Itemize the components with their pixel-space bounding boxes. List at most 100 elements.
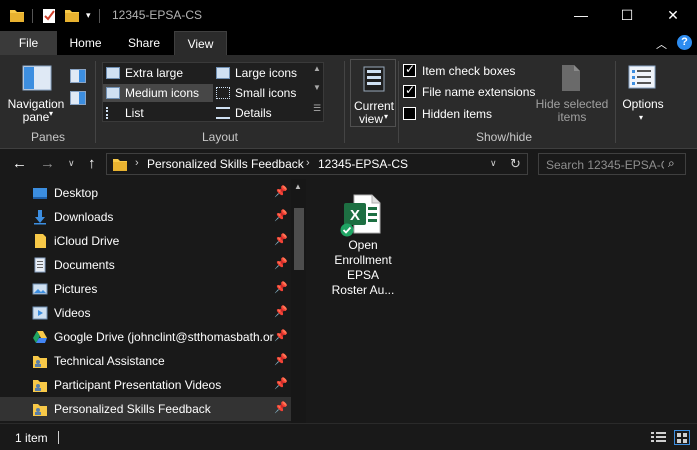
pin-icon[interactable]: 📌 [274, 185, 288, 198]
back-arrow-icon[interactable]: ← [12, 155, 27, 172]
pin-icon[interactable]: 📌 [274, 353, 288, 366]
customize-dropdown-icon[interactable]: ▾ [86, 10, 91, 21]
preview-pane-icon[interactable] [70, 69, 86, 83]
file-name-extensions-checkbox[interactable] [403, 83, 416, 98]
scroll-up-icon[interactable]: ▲ [294, 182, 302, 191]
minimize-button[interactable]: — [558, 0, 604, 31]
file-name-extensions-label[interactable]: File name extensions [422, 85, 535, 99]
details-view-icon[interactable] [651, 431, 667, 444]
videos-icon [32, 306, 48, 320]
sidebar-item-documents[interactable]: Documents 📌 [0, 253, 291, 277]
sidebar-item-google-drive[interactable]: Google Drive (johnclint@stthomasbath.or … [0, 325, 291, 349]
forward-arrow-icon[interactable]: → [40, 155, 55, 172]
user-folder-icon [33, 404, 47, 416]
sidebar-item-desktop[interactable]: Desktop 📌 [0, 181, 291, 205]
address-dropdown-icon[interactable]: ∨ [490, 158, 497, 169]
layout-scroll-down-icon[interactable]: ▼ [313, 83, 321, 92]
pin-icon[interactable]: 📌 [274, 305, 288, 318]
nav-pane-scrollbar[interactable]: ▲ [291, 179, 306, 423]
sidebar-item-videos[interactable]: Videos 📌 [0, 301, 291, 325]
tab-home[interactable]: Home [57, 31, 114, 55]
sidebar-item-technical-assistance[interactable]: Technical Assistance 📌 [0, 349, 291, 373]
status-separator [58, 431, 59, 444]
hidden-items-checkbox[interactable] [403, 107, 416, 120]
maximize-icon: ☐ [620, 7, 634, 23]
tab-view[interactable]: View [174, 31, 227, 55]
hide-selected-items-button[interactable]: Hide selected items [534, 61, 610, 127]
show-hide-group-label: Show/hide [475, 130, 533, 144]
options-icon [628, 65, 656, 89]
pin-icon[interactable]: 📌 [274, 209, 288, 222]
hidden-items-label[interactable]: Hidden items [422, 107, 492, 121]
pin-icon[interactable]: 📌 [274, 257, 288, 270]
maximize-button[interactable]: ☐ [604, 0, 650, 31]
title-separator [32, 9, 33, 23]
address-bar[interactable]: › Personalized Skills Feedback › 12345-E… [106, 153, 528, 175]
sidebar-item-personalized-skills-feedback[interactable]: Personalized Skills Feedback 📌 [0, 397, 291, 421]
folder-icon [35, 234, 46, 248]
file-item[interactable]: X Open Enrollment EPSA Roster Au... [328, 189, 398, 301]
layout-expand-icon[interactable]: ☰ [313, 103, 321, 114]
details-pane-icon[interactable] [70, 91, 86, 105]
sidebar-item-icloud-drive[interactable]: iCloud Drive 📌 [0, 229, 291, 253]
current-view-button[interactable]: Current view ▾ [350, 59, 396, 127]
sidebar-item-participant-presentation-videos[interactable]: Participant Presentation Videos 📌 [0, 373, 291, 397]
pin-icon[interactable]: 📌 [274, 233, 288, 246]
navigation-pane-button[interactable]: Navigation pane ▾ [4, 61, 68, 127]
extra-large-icons-icon [106, 67, 120, 79]
ribbon-separator [398, 61, 399, 143]
pin-icon[interactable]: 📌 [274, 329, 288, 342]
status-bar: 1 item [0, 423, 697, 450]
help-icon[interactable]: ? [677, 35, 692, 50]
desktop-icon [33, 188, 47, 199]
navigation-pane-icon [22, 65, 52, 91]
item-check-boxes-checkbox[interactable] [403, 62, 416, 77]
close-button[interactable]: ✕ [650, 0, 696, 31]
pin-icon[interactable]: 📌 [274, 281, 288, 294]
item-check-boxes-label[interactable]: Item check boxes [422, 64, 515, 78]
breadcrumb-item[interactable]: Personalized Skills Feedback [147, 157, 304, 171]
pin-icon[interactable]: 📌 [274, 401, 288, 414]
sidebar-item-pictures[interactable]: Pictures 📌 [0, 277, 291, 301]
medium-icons-icon [106, 87, 120, 99]
search-icon: ⌕ [668, 156, 675, 170]
pin-icon[interactable]: 📌 [274, 377, 288, 390]
svg-text:X: X [350, 207, 360, 224]
search-box[interactable]: Search 12345-EPSA-CS ⌕ [538, 153, 686, 175]
layout-large-icons[interactable]: Large icons [213, 64, 313, 82]
breadcrumb-separator: › [135, 157, 139, 169]
large-icons-view-icon[interactable] [674, 430, 690, 445]
synced-check-icon [340, 223, 354, 237]
title-bar: ▾ 12345-EPSA-CS — ☐ ✕ [0, 0, 697, 31]
navigation-pane-label-2: pane [22, 110, 50, 124]
breadcrumb-item[interactable]: 12345-EPSA-CS [318, 157, 408, 171]
properties-check-icon[interactable] [41, 7, 57, 24]
layout-list[interactable]: List [103, 104, 213, 122]
layout-extra-large-icons[interactable]: Extra large icons [103, 64, 213, 98]
ribbon: Navigation pane ▾ Panes Extra large icon… [0, 55, 697, 149]
collapse-ribbon-icon[interactable]: ︿ [656, 36, 667, 52]
new-folder-icon[interactable] [64, 7, 80, 24]
item-count: 1 item [15, 431, 48, 445]
close-icon: ✕ [667, 7, 679, 23]
pictures-icon [32, 283, 48, 295]
tab-share[interactable]: Share [114, 31, 174, 55]
chevron-down-icon: ▾ [49, 109, 54, 118]
scroll-thumb[interactable] [294, 208, 304, 270]
layout-details[interactable]: Details [213, 104, 313, 122]
layout-medium-icons[interactable]: Medium icons [103, 84, 213, 102]
sidebar-item-downloads[interactable]: Downloads 📌 [0, 205, 291, 229]
minimize-icon: — [574, 7, 588, 23]
search-input[interactable]: Search 12345-EPSA-CS [546, 158, 664, 172]
tab-file[interactable]: File [0, 31, 57, 55]
current-view-icon [363, 66, 385, 92]
refresh-icon[interactable]: ↻ [510, 156, 521, 172]
small-icons-icon [216, 87, 230, 99]
options-button[interactable]: Options ▾ [619, 61, 667, 127]
user-folder-icon [33, 380, 47, 392]
layout-small-icons[interactable]: Small icons [213, 84, 313, 102]
up-arrow-icon[interactable]: ↑ [88, 155, 96, 172]
recent-locations-icon[interactable]: ∨ [68, 158, 75, 169]
layout-scroll-up-icon[interactable]: ▲ [313, 64, 321, 73]
breadcrumb-separator: › [306, 157, 310, 169]
